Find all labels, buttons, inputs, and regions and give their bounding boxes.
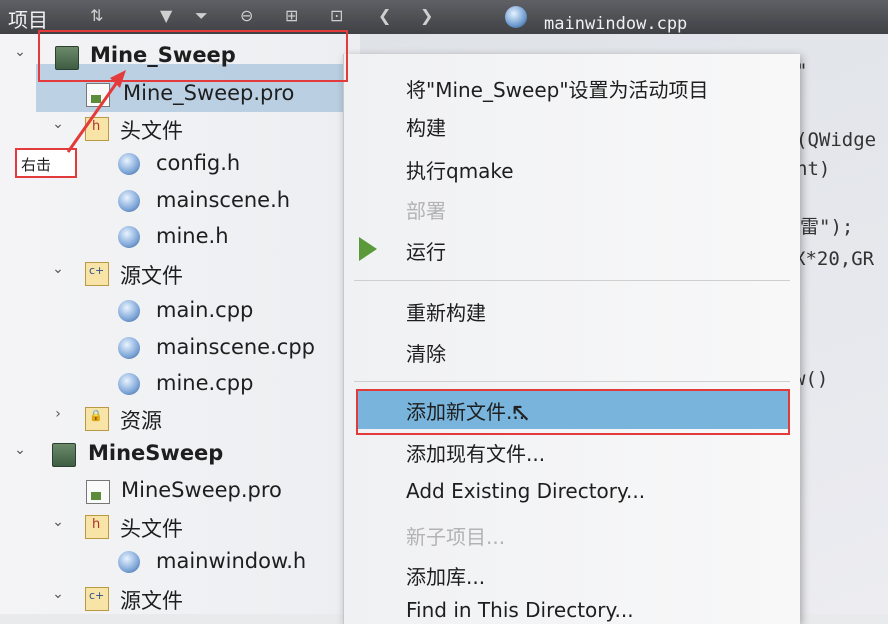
tree-item-mine-cpp[interactable]: mine.cpp	[0, 366, 360, 400]
tree-item-label: config.h	[156, 151, 241, 175]
split-icon[interactable]: ⊞	[285, 6, 298, 25]
tree-item-label: Mine_Sweep.pro	[123, 81, 295, 105]
menu-item-clean[interactable]: 清除	[406, 338, 446, 367]
chevron-down-icon[interactable]: ⌄	[48, 514, 68, 530]
source-folder-icon	[85, 587, 109, 611]
tree-item-label: MineSweep	[88, 441, 224, 465]
annotation-arrow-icon	[66, 70, 126, 153]
tree-item-mine-h[interactable]: mine.h	[0, 219, 360, 253]
menu-item-add-existing-files[interactable]: 添加现有文件...	[406, 438, 545, 467]
code-line: (QWidge	[796, 129, 877, 151]
header-folder-icon	[85, 515, 109, 539]
tree-item-label: MineSweep.pro	[121, 478, 282, 502]
tree-item-minesweep-project[interactable]: ⌄ MineSweep	[0, 436, 360, 470]
project-toolbar: 项目 ⇅ ▼ ⏷ ⊖ ⊞ ⊡ ❮ ❯ mainwindow.cpp	[0, 0, 888, 34]
menu-item-run-qmake[interactable]: 执行qmake	[406, 155, 514, 184]
qt-project-icon	[52, 443, 76, 467]
menu-item-run[interactable]: 运行	[406, 236, 446, 265]
menu-item-set-active-project[interactable]: 将"Mine_Sweep"设置为活动项目	[406, 74, 709, 103]
source-folder-icon	[85, 262, 109, 286]
tree-item-label: mainwindow.h	[156, 549, 307, 573]
sort-icon[interactable]: ⇅	[90, 6, 103, 25]
menu-item-add-library[interactable]: 添加库...	[406, 561, 485, 590]
chevron-right-icon[interactable]: ›	[48, 406, 68, 422]
file-icon	[118, 300, 140, 322]
tree-item-label: main.cpp	[156, 298, 254, 322]
tree-item-headers-2[interactable]: ⌄ 头文件	[0, 508, 360, 542]
project-tree: ⌄ Mine_Sweep Mine_Sweep.pro ⌄ 头文件 config…	[0, 34, 360, 614]
tree-item-sources[interactable]: ⌄ 源文件	[0, 255, 360, 289]
close-panel-icon[interactable]: ⊡	[330, 6, 343, 25]
tree-item-minesweep-pro[interactable]: MineSweep.pro	[0, 473, 360, 507]
tree-item-resources[interactable]: › 资源	[0, 400, 360, 434]
tree-item-label: mainscene.h	[156, 188, 291, 212]
dropdown-icon[interactable]: ▼	[160, 6, 172, 25]
menu-item-rebuild[interactable]: 重新构建	[406, 297, 486, 326]
context-menu: 将"Mine_Sweep"设置为活动项目 构建 执行qmake 部署 运行 重新…	[343, 54, 800, 624]
link-icon[interactable]: ⊖	[240, 6, 253, 25]
tree-item-label: 头文件	[120, 517, 183, 541]
code-line: nt)	[796, 158, 831, 180]
file-icon	[118, 551, 140, 573]
filter-icon[interactable]: ⏷	[195, 6, 208, 26]
menu-item-build[interactable]: 构建	[406, 112, 446, 141]
code-line: 雷");	[800, 216, 854, 238]
menu-item-deploy: 部署	[406, 199, 446, 223]
cpp-file-icon	[505, 6, 527, 28]
chevron-down-icon[interactable]: ⌄	[10, 442, 30, 458]
mouse-cursor-icon: ↖	[510, 398, 532, 428]
tree-item-mainwindow-h[interactable]: mainwindow.h	[0, 544, 360, 578]
tree-item-label: 源文件	[120, 589, 183, 613]
chevron-down-icon[interactable]: ⌄	[48, 586, 68, 602]
tree-item-label: mine.cpp	[156, 371, 254, 395]
pro-file-icon	[86, 480, 110, 504]
chevron-down-icon[interactable]: ⌄	[10, 44, 30, 60]
tree-item-label: mainscene.cpp	[156, 335, 315, 359]
tree-item-headers[interactable]: ⌄ 头文件	[0, 110, 360, 144]
tree-item-main-cpp[interactable]: main.cpp	[0, 293, 360, 327]
menu-item-add-existing-directory[interactable]: Add Existing Directory...	[406, 479, 645, 503]
run-icon	[359, 237, 377, 261]
annotation-menu-box	[356, 389, 790, 435]
menu-separator	[354, 381, 790, 382]
menu-item-new-subproject: 新子项目...	[406, 525, 506, 549]
editor-tab-label[interactable]: mainwindow.cpp	[544, 14, 687, 34]
panel-title: 项目	[8, 8, 48, 32]
file-icon	[118, 190, 140, 212]
tree-item-mainscene-cpp[interactable]: mainscene.cpp	[0, 330, 360, 364]
resource-folder-icon	[85, 407, 109, 431]
tree-item-label: 源文件	[120, 264, 183, 288]
menu-item-find-in-directory[interactable]: Find in This Directory...	[406, 598, 634, 622]
file-icon	[118, 226, 140, 248]
tree-item-sources-2[interactable]: ⌄ 源文件	[0, 580, 360, 614]
code-line: X*20,GR	[794, 248, 875, 270]
forward-icon[interactable]: ❯	[420, 6, 433, 25]
tree-item-mainscene-h[interactable]: mainscene.h	[0, 183, 360, 217]
file-icon	[118, 337, 140, 359]
menu-separator	[354, 280, 790, 281]
chevron-down-icon[interactable]: ⌄	[48, 261, 68, 277]
back-icon[interactable]: ❮	[378, 6, 391, 25]
tree-item-label: 资源	[120, 409, 162, 433]
tree-item-label: mine.h	[156, 224, 229, 248]
file-icon	[118, 373, 140, 395]
